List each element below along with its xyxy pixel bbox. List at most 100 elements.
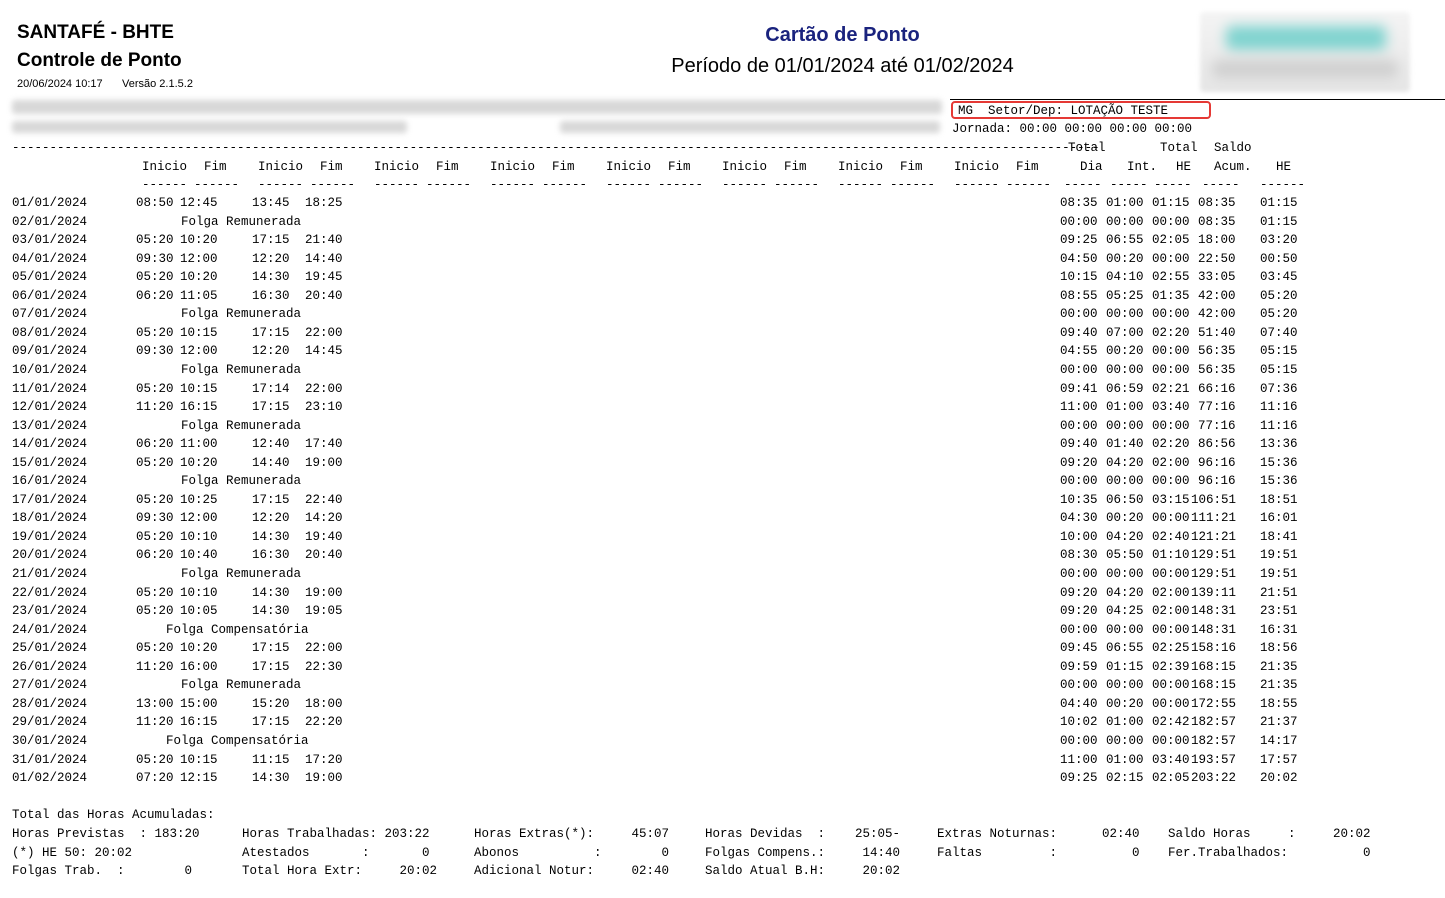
table-row: 10/01/2024 Folga Remunerada 00:00 00:00 00:0…: [12, 363, 1332, 377]
row-time: 10:25: [180, 492, 218, 507]
row-he: 02:40: [1152, 529, 1190, 544]
row-time: 17:15: [252, 641, 290, 656]
row-intervalo: 00:00: [1106, 622, 1144, 637]
row-total-dia: 10:35: [1060, 492, 1098, 507]
underline: -----: [1154, 178, 1192, 192]
table-row: 18/01/2024 09:30 12:00 12:20 14:20 04:30 00:20…: [12, 511, 1332, 525]
row-he: 01:15: [1152, 196, 1190, 210]
row-time: 10:10: [180, 529, 218, 544]
row-intervalo: 00:00: [1106, 307, 1144, 322]
totals-item: Abonos : 0: [474, 845, 670, 860]
row-time: 14:30: [252, 585, 290, 600]
row-time: 16:00: [180, 659, 218, 674]
row-total-dia: 09:20: [1060, 585, 1098, 600]
pair-end-col: Fim: [900, 160, 923, 174]
underline: ------: [606, 178, 652, 192]
row-saldo-acum: 56:35: [1198, 362, 1236, 377]
row-total-dia: 11:00: [1060, 400, 1098, 415]
row-saldo-acum: 148:31: [1191, 604, 1237, 619]
saldo-label: Saldo: [1214, 141, 1252, 155]
underline: ------: [1006, 178, 1052, 192]
row-he-saldo: 20:02: [1260, 771, 1298, 786]
row-date: 06/01/2024: [12, 288, 88, 303]
row-time: 13:00: [136, 696, 174, 711]
row-he: 00:00: [1152, 362, 1190, 377]
row-total-dia: 00:00: [1060, 362, 1098, 377]
row-date: 26/01/2024: [12, 659, 88, 674]
row-date: 25/01/2024: [12, 641, 88, 656]
column-header-top: Total Total Saldo: [12, 141, 1332, 155]
table-row: 21/01/2024 Folga Remunerada 00:00 00:00 00:0…: [12, 567, 1332, 581]
pair-end-col: Fim: [1016, 160, 1039, 174]
row-total-dia: 00:00: [1060, 567, 1098, 581]
row-time: 10:40: [180, 548, 218, 563]
row-total-dia: 04:55: [1060, 344, 1098, 359]
row-total-dia: 00:00: [1060, 678, 1098, 693]
row-time: 05:20: [136, 585, 174, 600]
table-row: 28/01/2024 13:00 15:00 15:20 18:00 04:40 00:20…: [12, 697, 1332, 711]
underline: ------: [490, 178, 536, 192]
totals-item: Fer.Trabalhados: 0: [1168, 845, 1371, 860]
row-date: 28/01/2024: [12, 696, 88, 711]
row-he: 02:00: [1152, 455, 1190, 470]
underline: ------: [722, 178, 768, 192]
row-he: 02:39: [1152, 659, 1190, 674]
totals-item: Saldo Atual B.H: 20:02: [705, 864, 901, 878]
row-saldo-acum: 148:31: [1191, 622, 1237, 637]
row-time: 20:40: [305, 288, 343, 303]
row-time: 17:15: [252, 492, 290, 507]
table-row: 01/02/2024 07:20 12:15 14:30 19:00 09:25 02:15…: [12, 771, 1332, 785]
row-time: 10:10: [180, 585, 218, 600]
row-date: 20/01/2024: [12, 548, 88, 563]
table-row: 31/01/2024 05:20 10:15 11:15 17:20 11:00 01:00…: [12, 753, 1332, 767]
row-intervalo: 04:20: [1106, 529, 1144, 544]
row-intervalo: 00:00: [1106, 474, 1144, 489]
sector-label: MG Setor/Dep: LOTAÇÃO TESTE: [958, 104, 1169, 118]
table-row: 29/01/2024 11:20 16:15 17:15 22:20 10:02 01:00…: [12, 715, 1332, 729]
row-he: 00:00: [1152, 622, 1190, 637]
row-intervalo: 02:15: [1106, 771, 1144, 786]
table-row: 17/01/2024 05:20 10:25 17:15 22:40 10:35 06:50…: [12, 493, 1332, 507]
row-time: 17:40: [305, 437, 343, 452]
row-time: 12:20: [252, 344, 290, 359]
totals-item: Folgas Trab. : 0: [12, 864, 193, 878]
row-date: 08/01/2024: [12, 325, 88, 340]
row-total-dia: 00:00: [1060, 622, 1098, 637]
table-row: 06/01/2024 06:20 11:05 16:30 20:40 08:55 05:25…: [12, 289, 1332, 303]
row-he-saldo: 07:40: [1260, 325, 1298, 340]
row-he-saldo: 05:20: [1260, 307, 1298, 322]
totals-item: Saldo Horas : 20:02: [1168, 827, 1371, 841]
totals-item: Total Hora Extr: 20:02: [242, 864, 438, 878]
row-date: 22/01/2024: [12, 585, 88, 600]
underline: ------: [954, 178, 1000, 192]
row-he-saldo: 14:17: [1260, 733, 1298, 748]
row-saldo-acum: 77:16: [1198, 400, 1236, 415]
table-row: 04/01/2024 09:30 12:00 12:20 14:40 04:50 00:20…: [12, 252, 1332, 266]
row-time: 06:20: [136, 437, 174, 452]
row-time: 09:30: [136, 511, 174, 526]
row-time: 18:00: [305, 696, 343, 711]
row-date: 14/01/2024: [12, 437, 88, 452]
underline: ------: [258, 178, 304, 192]
totals-heading: Total das Horas Acumuladas:: [12, 808, 215, 822]
row-intervalo: 00:00: [1106, 418, 1144, 433]
row-date: 18/01/2024: [12, 511, 88, 526]
table-row: 02/01/2024 Folga Remunerada 00:00 00:00 00:0…: [12, 215, 1332, 229]
employee-extra-redacted: [560, 121, 940, 133]
row-intervalo: 00:00: [1106, 567, 1144, 581]
row-he: 02:05: [1152, 233, 1190, 248]
row-time: 17:15: [252, 715, 290, 730]
row-time: 12:15: [180, 771, 218, 786]
row-time: 22:40: [305, 492, 343, 507]
row-total-dia: 10:15: [1060, 270, 1098, 285]
row-time: 22:00: [305, 381, 343, 396]
totals-item: Faltas : 0: [937, 845, 1140, 860]
row-intervalo: 01:00: [1106, 400, 1144, 415]
row-note: Folga Remunerada: [181, 214, 302, 229]
row-saldo-acum: 96:16: [1198, 455, 1236, 470]
row-saldo-acum: 42:00: [1198, 288, 1236, 303]
row-he: 02:42: [1152, 715, 1190, 730]
row-time: 05:20: [136, 641, 174, 656]
row-time: 11:15: [252, 752, 290, 767]
row-time: 05:20: [136, 270, 174, 285]
